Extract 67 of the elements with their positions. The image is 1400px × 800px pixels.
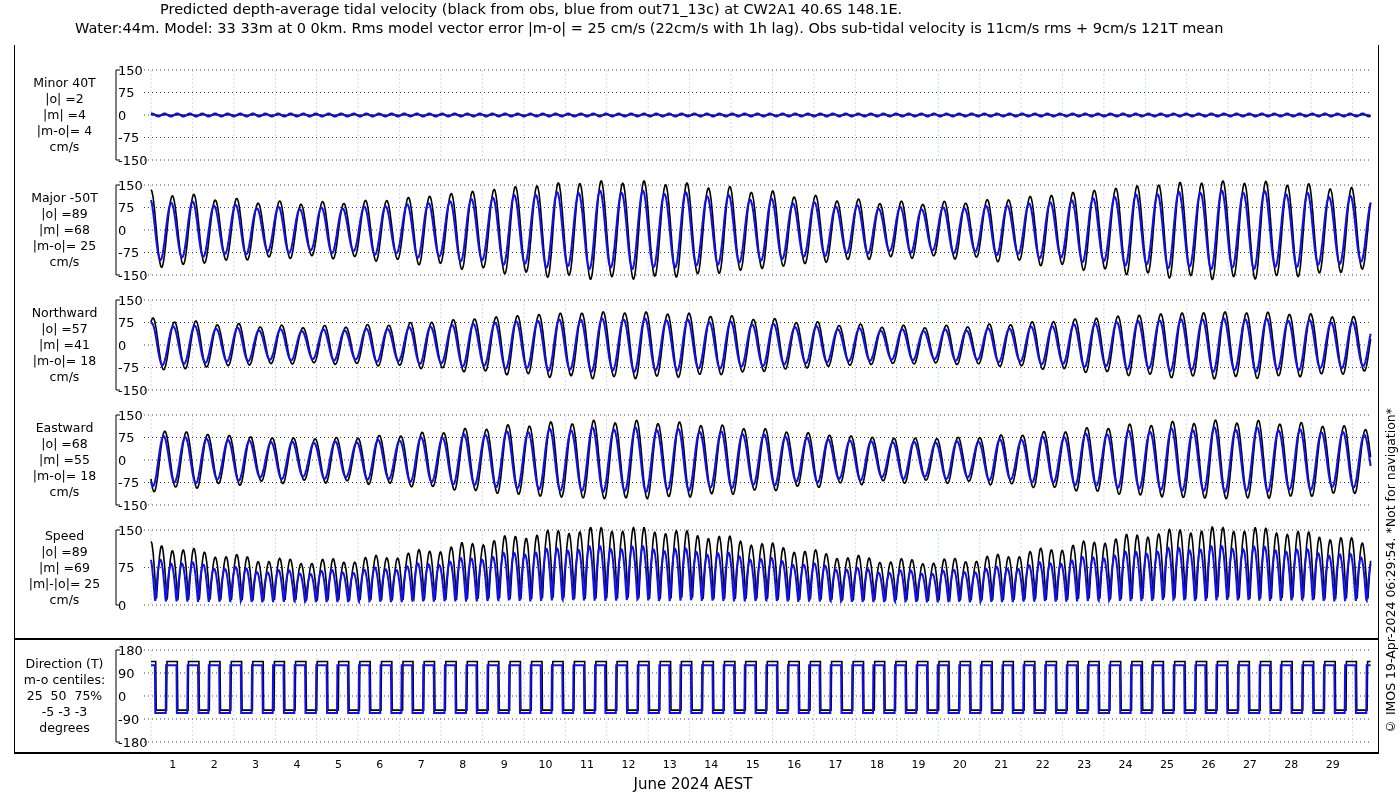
x-tick-label: 4: [293, 758, 301, 771]
y-tick-label: 150: [118, 62, 143, 78]
x-tick-label: 11: [580, 758, 594, 771]
x-tick-label: 27: [1242, 758, 1257, 771]
x-tick-label: 18: [870, 758, 884, 771]
x-tick-label: 9: [500, 758, 508, 771]
y-tick-label: -75: [118, 360, 140, 375]
y-tick-label: -180: [118, 734, 148, 750]
x-tick-label: 8: [459, 758, 467, 771]
y-tick-label: 180: [118, 642, 143, 658]
y-tick-label: -75: [118, 130, 140, 145]
y-tick-label: 0: [118, 688, 127, 704]
y-tick-label: 150: [118, 407, 143, 423]
x-tick-label: 16: [787, 758, 802, 771]
panel-label: Northward |o| =57 |m| =41 |m-o|= 18 cm/s: [30, 305, 99, 385]
y-tick-label: 0: [118, 597, 127, 613]
x-tick-label: 17: [828, 758, 843, 771]
x-tick-label: 13: [662, 758, 677, 771]
y-tick-label: -150: [118, 497, 148, 513]
y-tick-label: 90: [118, 665, 135, 681]
credit-text: © IMOS 19-Apr-2024 06:29:54. *Not for navigation*: [1383, 408, 1398, 735]
x-tick-label: 12: [621, 758, 636, 771]
x-tick-label: 22: [1035, 758, 1050, 771]
y-tick-label: 150: [118, 522, 143, 538]
x-tick-label: 21: [994, 758, 1009, 771]
x-tick-label: 23: [1077, 758, 1092, 771]
x-tick-label: 24: [1118, 758, 1133, 771]
y-tick-label: -150: [118, 267, 148, 283]
panel-label: Eastward |o| =68 |m| =55 |m-o|= 18 cm/s: [31, 420, 98, 500]
y-tick-label: -90: [118, 711, 140, 727]
y-tick-label: 75: [118, 315, 135, 330]
y-tick-label: 0: [118, 107, 127, 123]
y-tick-label: 0: [118, 222, 127, 238]
x-tick-label: 26: [1201, 758, 1216, 771]
x-tick-label: 10: [538, 758, 553, 771]
x-tick-label: 15: [745, 758, 760, 771]
x-axis-label: June 2024 AEST: [633, 775, 753, 793]
x-tick-label: 20: [952, 758, 967, 771]
y-tick-label: 0: [118, 452, 127, 468]
panel-label: Speed |o| =89 |m| =69 |m|-|o|= 25 cm/s: [27, 527, 102, 608]
x-tick-label: 7: [417, 758, 425, 771]
y-tick-label: -75: [118, 475, 140, 490]
y-tick-label: 75: [118, 200, 135, 215]
panel-label: Major -50T |o| =89 |m| =68 |m-o|= 25 cm/s: [30, 190, 99, 270]
x-tick-label: 14: [704, 758, 719, 771]
y-tick-label: -150: [118, 382, 148, 398]
x-tick-label: 1: [169, 758, 177, 771]
x-tick-label: 3: [252, 758, 260, 771]
x-tick-label: 5: [334, 758, 342, 771]
y-tick-label: 75: [118, 560, 135, 575]
y-tick-label: 75: [118, 85, 135, 100]
panel-label: Direction (T) m-o centiles: 25 50 75% -5 -3 -3 degrees: [22, 656, 107, 736]
y-tick-label: -75: [118, 245, 140, 260]
chart-title: Predicted depth-average tidal velocity (black from obs, blue from out71_13c) at CW2A1 40.6S 148.1E.: [159, 0, 904, 19]
x-tick-label: 29: [1325, 758, 1340, 771]
y-tick-label: 0: [118, 337, 127, 353]
y-tick-label: 75: [118, 430, 135, 445]
chart-subtitle: Water:44m. Model: 33 33m at 0 0km. Rms model vector error |m-o| = 25 cm/s (22cm/s with 1h lag). Obs sub-tidal velocity is 11cm/s rms + 9cm/s 121T mean: [74, 19, 1225, 38]
y-tick-label: -150: [118, 152, 148, 168]
x-tick-label: 28: [1284, 758, 1299, 771]
y-tick-label: 150: [118, 292, 143, 308]
x-tick-label: 19: [911, 758, 926, 771]
x-tick-label: 6: [376, 758, 384, 771]
x-tick-label: 2: [210, 758, 218, 771]
y-tick-label: 150: [118, 177, 143, 193]
panel-label: Minor 40T |o| =2 |m| =4 |m-o|= 4 cm/s: [32, 75, 97, 155]
x-tick-label: 25: [1160, 758, 1174, 771]
